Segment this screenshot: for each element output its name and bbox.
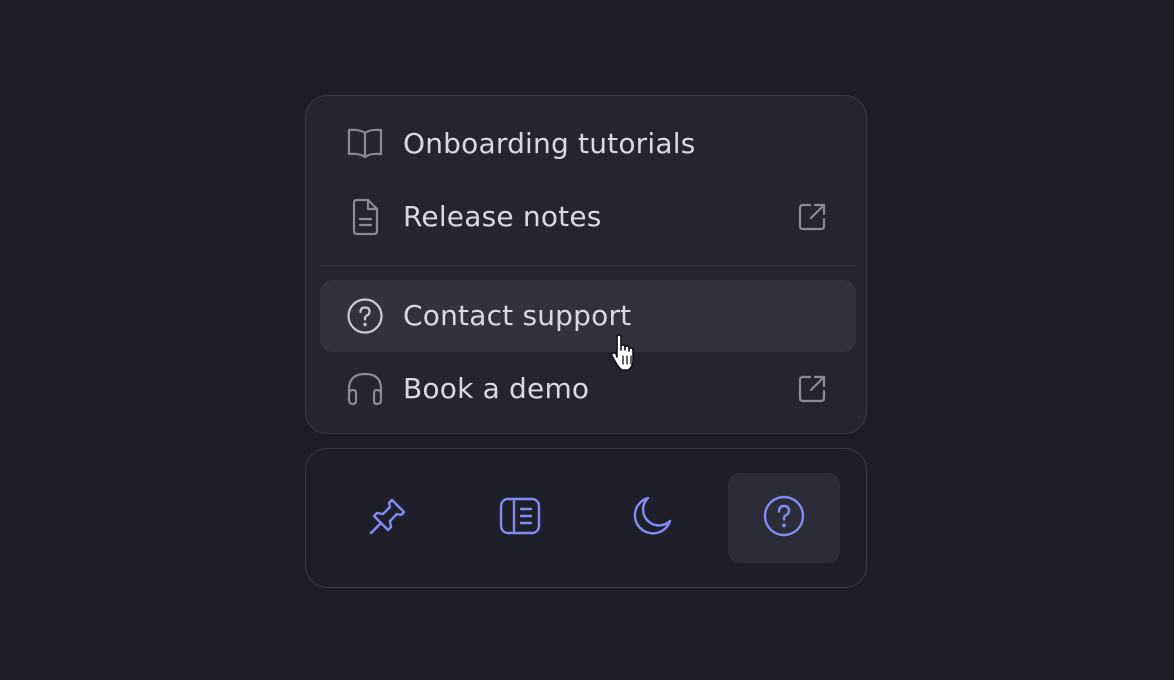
document-icon [345,197,385,237]
menu-item-book-a-demo[interactable]: Book a demo [320,353,856,425]
menu-item-onboarding-tutorials[interactable]: Onboarding tutorials [320,108,856,180]
theme-toggle-button[interactable] [596,473,708,563]
menu-item-label: Contact support [403,298,632,332]
menu-item-release-notes[interactable]: Release notes [320,181,856,253]
menu-item-label: Release notes [403,199,602,233]
moon-icon [630,494,674,542]
external-link-icon[interactable] [796,201,828,233]
menu-item-label: Onboarding tutorials [403,126,696,160]
hand-pointer-icon [608,334,642,374]
pin-button[interactable] [332,473,444,563]
help-circle-icon [762,494,806,542]
external-link-icon[interactable] [796,373,828,405]
book-open-icon [345,124,385,164]
headphones-icon [345,369,385,409]
help-button[interactable] [728,473,840,563]
pin-icon [366,494,410,542]
menu-item-contact-support[interactable]: Contact support [320,280,856,352]
menu-divider [320,265,856,266]
sidebar-panel-icon [498,494,542,542]
help-circle-icon [345,296,385,336]
menu-item-label: Book a demo [403,371,590,405]
toolbar [305,448,867,588]
help-menu: Onboarding tutorials Release notes Conta… [305,95,867,434]
sidebar-toggle-button[interactable] [464,473,576,563]
